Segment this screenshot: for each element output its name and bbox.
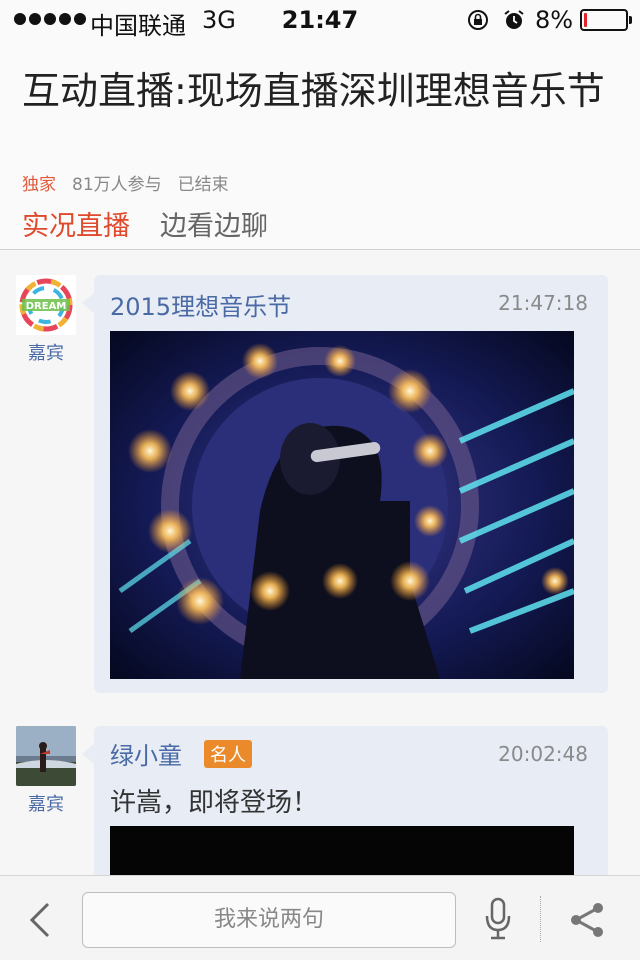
exclusive-tag: 独家 [22,175,56,195]
comment-input[interactable]: 我来说两句 [82,892,456,948]
tab-chat[interactable]: 边看边聊 [160,204,268,243]
battery-level-fill [584,13,587,27]
participant-count: 81万人参与 [72,175,162,195]
avatar-label: 嘉宾 [28,794,64,815]
post-photo[interactable] [110,826,574,875]
article-meta: 独家 81万人参与 已结束 [22,170,229,195]
live-feed[interactable]: DREAM 嘉宾 2015理想音乐节 21:47:18 嘉宾 绿小童 名人 20… [0,251,640,875]
bottom-toolbar: 我来说两句 [0,875,640,960]
battery-icon [580,9,632,31]
battery-percent: 8% [535,6,574,34]
alarm-icon [504,10,524,29]
back-icon[interactable] [24,900,56,940]
microphone-icon[interactable] [482,896,514,942]
avatar[interactable] [16,726,76,786]
post-time: 20:02:48 [498,742,588,766]
post-author[interactable]: 绿小童 [110,736,182,771]
user-avatar-image [16,726,76,786]
tab-live[interactable]: 实况直播 [22,204,130,243]
page-title: 互动直播:现场直播深圳理想音乐节 [22,69,605,113]
toolbar-divider [540,896,541,942]
post-bubble: 2015理想音乐节 21:47:18 [82,275,608,693]
dream-logo-icon: DREAM [16,275,76,335]
post-author[interactable]: 2015理想音乐节 [110,287,291,322]
avatar[interactable]: DREAM [16,275,76,335]
tab-bar: 实况直播 边看边聊 [0,198,640,250]
post-time: 21:47:18 [498,291,588,315]
avatar-label: 嘉宾 [28,343,64,364]
celebrity-badge: 名人 [204,740,252,768]
post-text: 许嵩，即将登场！ [110,788,319,818]
post-bubble: 绿小童 名人 20:02:48 许嵩，即将登场！ [82,726,608,875]
avatar-logo-text: DREAM [26,301,67,312]
concert-stage-image [110,331,574,679]
concert-photo[interactable] [110,331,574,679]
status-bar: 中国联通 3G 21:47 8% [0,0,640,40]
rotation-lock-icon [468,10,488,30]
share-icon[interactable] [568,900,608,940]
live-status: 已结束 [177,175,229,195]
